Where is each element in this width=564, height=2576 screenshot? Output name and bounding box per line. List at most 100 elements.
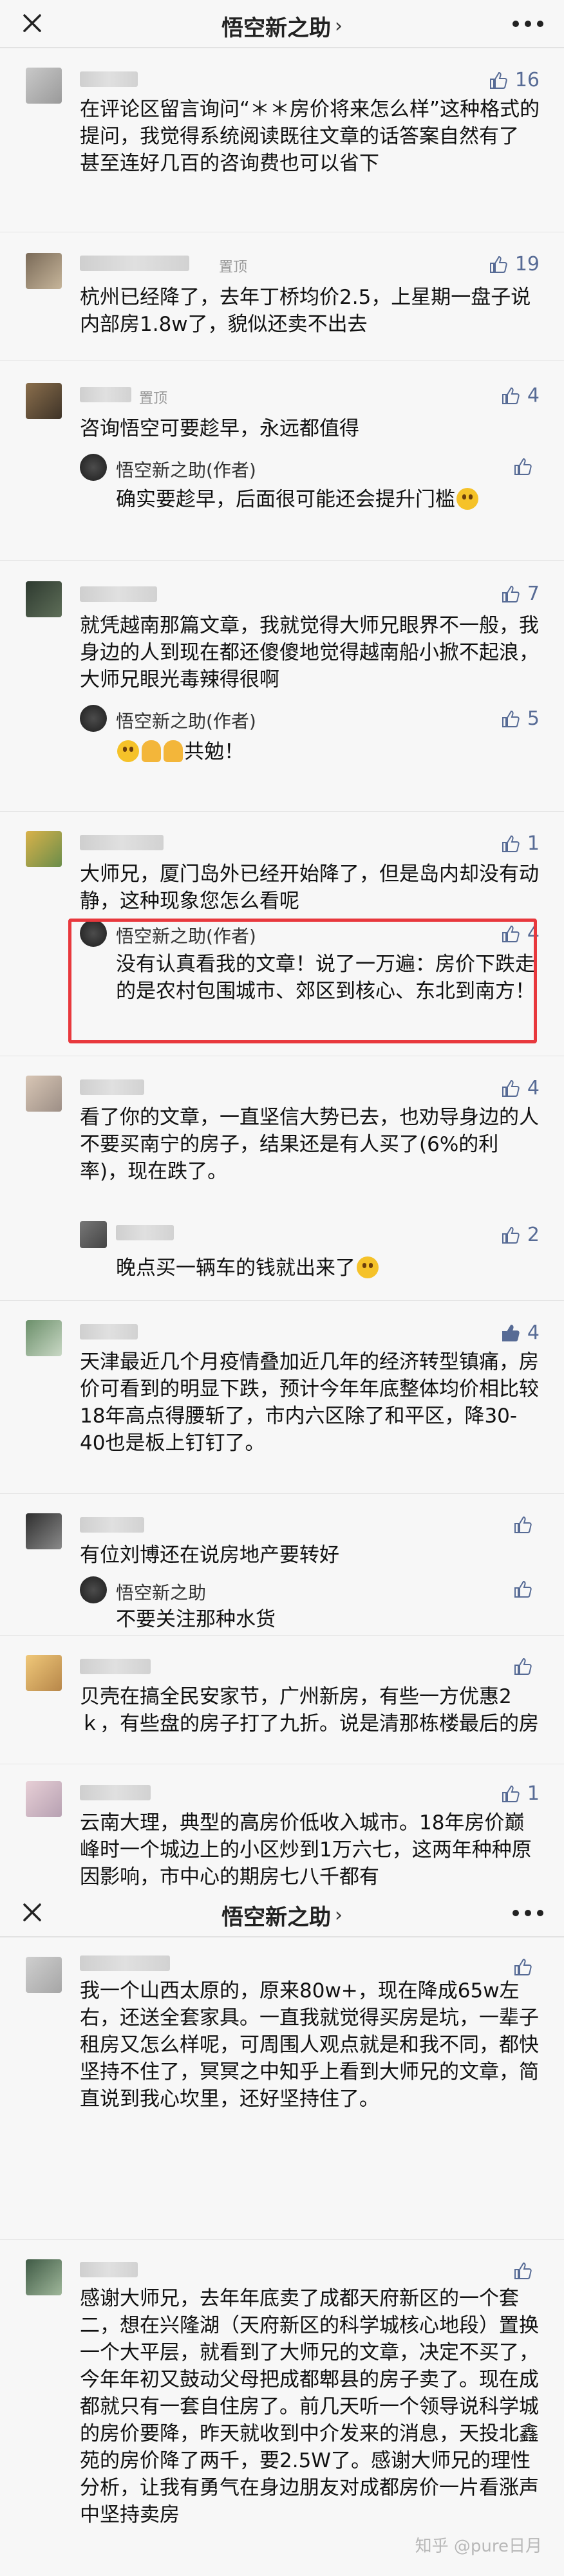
reply-text: 共勉！ xyxy=(184,740,244,763)
avatar[interactable] xyxy=(26,68,62,104)
page-title[interactable]: 悟空新之助 › xyxy=(0,10,564,42)
avatar[interactable] xyxy=(26,1957,62,1993)
comment-item: 7 就凭越南那篇文章，我就觉得大师兄眼界不一般，我身边的人到现在都还傻傻地觉得越… xyxy=(0,560,564,811)
blurred-username xyxy=(80,1955,170,1971)
page-title[interactable]: 悟空新之助 › xyxy=(0,1899,564,1931)
like-button[interactable]: 16 xyxy=(488,69,540,91)
comment-item: 感谢大师兄，去年年底卖了成都天府新区的一个套二，想在兴隆湖（天府新区的科学城核心… xyxy=(0,2239,564,2576)
reply-like-button[interactable]: 2 xyxy=(500,1224,540,1246)
blurred-username xyxy=(80,835,164,850)
sweat-smile-emoji-icon xyxy=(357,1256,379,1278)
reply-like-button[interactable]: 5 xyxy=(500,707,540,730)
comment-text: 云南大理，典型的高房价低收入城市。18年房价巅峰时一个城边上的小区炒到1万六七，… xyxy=(80,1811,532,1889)
avatar[interactable] xyxy=(26,2259,62,2295)
thumbs-up-icon xyxy=(514,2262,532,2279)
comment-text: 我一个山西太原的，原来80w+，现在降成65w左右，还送全套家具。一直我就觉得买… xyxy=(80,1979,539,2111)
like-button[interactable] xyxy=(512,2261,540,2281)
thumbs-up-icon xyxy=(502,1079,520,1097)
blurred-username xyxy=(116,1225,174,1240)
comment-item: 置顶 4 咨询悟空可要趁早，永远都值得 悟空新之助(作者) 确实要趁早，后面很可… xyxy=(0,360,564,560)
pinned-badge: 置顶 xyxy=(139,391,168,407)
blurred-username xyxy=(80,1517,144,1533)
comment-text: 有位刘博还在说房地产要转好 xyxy=(80,1544,339,1567)
avatar[interactable] xyxy=(26,1781,62,1817)
thumbs-up-icon xyxy=(489,256,507,273)
thumbs-up-icon xyxy=(514,1516,532,1533)
comment-text: 天津最近几个月疫情叠加近几年的经济转型镇痛，房价可看到的明显下跌，预计今年年底整… xyxy=(80,1350,539,1455)
blurred-username xyxy=(80,387,131,402)
author-reply: 悟空新之助(作者) 确实要趁早，后面很可能还会提升门槛 xyxy=(80,453,541,530)
like-button[interactable]: 1 xyxy=(500,1782,540,1805)
like-button[interactable] xyxy=(512,1515,540,1535)
blurred-username xyxy=(80,1659,151,1674)
avatar[interactable] xyxy=(26,1513,62,1549)
avatar[interactable] xyxy=(26,1655,62,1691)
comment-screen: 悟空新之助 › 我一个山西太原的，原来80w+，现在降成65w左右，还送全套家具… xyxy=(0,1889,564,2576)
grin-emoji-icon xyxy=(117,740,139,762)
blurred-username xyxy=(80,256,189,271)
author-avatar[interactable] xyxy=(80,454,107,481)
comment-text: 杭州已经降了，去年丁桥均价2.5，上星期一盘子说内部房1.8w了，貌似还卖不出去 xyxy=(80,286,531,336)
avatar[interactable] xyxy=(26,383,62,419)
reply-like-button[interactable] xyxy=(512,456,540,477)
more-icon[interactable] xyxy=(512,19,545,28)
like-count: 4 xyxy=(527,1321,540,1344)
thumbs-up-icon xyxy=(502,1226,520,1244)
thumbs-up-icon xyxy=(502,387,520,404)
reply-author-name: 悟空新之助(作者) xyxy=(116,711,256,732)
thumbs-up-icon xyxy=(502,1785,520,1802)
like-count: 4 xyxy=(527,384,540,407)
comment-item: 置顶 19 杭州已经降了，去年丁桥均价2.5，上星期一盘子说内部房1.8w了，貌… xyxy=(0,232,564,360)
reply-text: 确实要趁早，后面很可能还会提升门槛 xyxy=(116,488,455,511)
like-count: 1 xyxy=(527,1782,540,1805)
reply-like-button[interactable] xyxy=(512,1579,540,1600)
red-highlight-box xyxy=(68,919,537,1043)
thumbs-up-icon xyxy=(514,458,532,475)
comment-item: 贝壳在搞全民安家节，广州新房，有些一方优惠2ｋ，有些盘的房子打了九折。说是清那栋… xyxy=(0,1635,564,1764)
comment-text: 大师兄，厦门岛外已经开始降了，但是岛内却没有动静，这种现象您怎么看呢 xyxy=(80,863,539,913)
reply-text: 晚点买一辆车的钱就出来了 xyxy=(116,1256,355,1280)
like-count: 16 xyxy=(514,69,540,91)
chevron-right-icon: › xyxy=(335,1904,343,1927)
avatar[interactable] xyxy=(26,1320,62,1356)
comment-text: 就凭越南那篇文章，我就觉得大师兄眼界不一般，我身边的人到现在都还傻傻地觉得越南船… xyxy=(80,614,539,691)
avatar[interactable] xyxy=(26,581,62,617)
comment-item: 4 看了你的文章，一直坚信大势已去，也劝导身边的人不要买南宁的房子，结果还是有人… xyxy=(0,1056,564,1300)
thumbs-up-icon xyxy=(502,1324,520,1341)
more-icon[interactable] xyxy=(512,1909,545,1918)
like-button[interactable]: 7 xyxy=(500,583,540,605)
comment-text: 在评论区留言询问“＊＊房价将来怎么样”这种格式的提问，我觉得系统阅读既往文章的话… xyxy=(80,98,540,175)
like-button[interactable] xyxy=(512,1656,540,1677)
comment-item: 我一个山西太原的，原来80w+，现在降成65w左右，还送全套家具。一直我就觉得买… xyxy=(0,1937,564,2239)
author-reply: 悟空新之助 不要关注那种水货 xyxy=(80,1575,541,1633)
thumbs-up-icon xyxy=(502,835,520,852)
like-button[interactable] xyxy=(512,1957,540,1977)
avatar[interactable] xyxy=(26,831,62,867)
page-title-text: 悟空新之助 xyxy=(221,1905,331,1930)
like-button[interactable]: 1 xyxy=(500,832,540,855)
avatar[interactable] xyxy=(26,1076,62,1112)
thumbs-up-icon xyxy=(514,1958,532,1975)
author-avatar[interactable] xyxy=(80,1576,107,1603)
pray-emoji-icon xyxy=(164,740,183,762)
reply: 2 晚点买一辆车的钱就出来了 xyxy=(80,1218,541,1289)
reply-avatar[interactable] xyxy=(80,1221,107,1248)
blurred-username xyxy=(80,71,138,87)
like-button[interactable]: 4 xyxy=(500,1321,540,1344)
comment-item: 1 云南大理，典型的高房价低收入城市。18年房价巅峰时一个城边上的小区炒到1万六… xyxy=(0,1764,564,1889)
comment-text: 看了你的文章，一直坚信大势已去，也劝导身边的人不要买南宁的房子，结果还是有人买了… xyxy=(80,1106,539,1183)
avatar[interactable] xyxy=(26,253,62,289)
reply-author-name: 悟空新之助 xyxy=(116,1582,207,1603)
like-button[interactable]: 4 xyxy=(500,384,540,407)
top-bar: 悟空新之助 › xyxy=(0,0,564,48)
author-reply: 悟空新之助(作者) 5 共勉！ xyxy=(80,704,541,787)
comment-screen: 悟空新之助 › 16 在评论区留言询问“＊＊房价将来怎么样”这种格式的提问，我觉… xyxy=(0,0,564,1889)
like-button[interactable]: 19 xyxy=(488,253,540,275)
reply-like-count: 5 xyxy=(527,707,540,730)
thumbs-up-icon xyxy=(502,710,520,727)
thumbs-up-icon xyxy=(489,71,507,89)
like-button[interactable]: 4 xyxy=(500,1077,540,1099)
blurred-username xyxy=(80,1785,151,1800)
comment-item: 有位刘博还在说房地产要转好 悟空新之助 不要关注那种水货 xyxy=(0,1493,564,1635)
author-avatar[interactable] xyxy=(80,705,107,732)
